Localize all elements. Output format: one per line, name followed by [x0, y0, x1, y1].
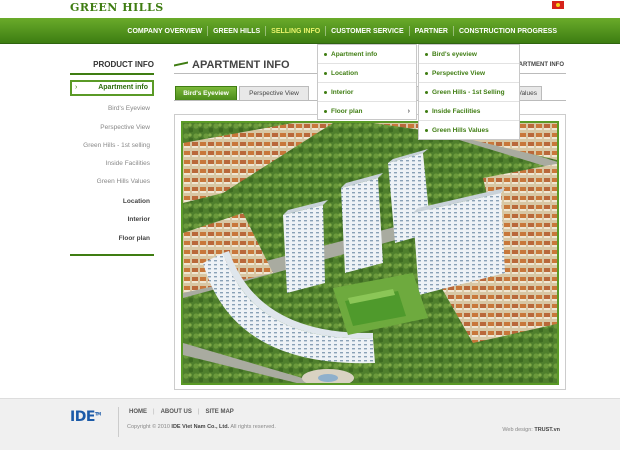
- nav-green-hills[interactable]: GREEN HILLS: [208, 28, 265, 35]
- submenu-item-1st-selling[interactable]: Green Hills - 1st Selling: [419, 83, 519, 102]
- dropdown-item-floor-plan[interactable]: Floor plan ›: [318, 102, 416, 121]
- footer-divider: [118, 407, 119, 437]
- bullet-icon: [425, 109, 428, 113]
- bullet-icon: [425, 128, 428, 132]
- sidebar-item-perspective-view[interactable]: Perspective View: [70, 124, 150, 131]
- header: GREEN HILLS: [0, 0, 620, 18]
- birds-eye-view-image: [181, 121, 559, 385]
- link-separator: |: [197, 409, 200, 415]
- sidebar-item-interior[interactable]: Interior: [70, 216, 150, 223]
- sidebar-item-floor-plan[interactable]: Floor plan: [70, 235, 150, 242]
- nav-company-overview[interactable]: COMPANY OVERVIEW: [122, 28, 207, 35]
- sidebar-item-green-hills-values[interactable]: Green Hills Values: [70, 178, 150, 185]
- chevron-right-icon: ›: [75, 84, 78, 91]
- sidebar-bottom-divider: [70, 254, 154, 256]
- link-separator: |: [153, 409, 155, 415]
- sidebar-item-label: Apartment info: [98, 84, 148, 91]
- sidebar-item-birds-eyeview[interactable]: Bird's Eyeview: [70, 105, 150, 112]
- submenu-item-green-hills-values[interactable]: Green Hills Values: [419, 121, 519, 140]
- nav-customer-service[interactable]: CUSTOMER SERVICE: [326, 28, 408, 35]
- bullet-icon: [324, 90, 327, 94]
- bullet-icon: [324, 52, 327, 56]
- footer: IDETM HOME | ABOUT US | SITE MAP Copyrig…: [0, 398, 620, 450]
- tab-birds-eyeview[interactable]: Bird's Eyeview: [175, 86, 237, 100]
- vietnam-flag-icon[interactable]: [552, 1, 564, 9]
- web-design-credit: Web design: TRUST.vn: [502, 427, 560, 433]
- sidebar-title: PRODUCT INFO: [93, 60, 154, 69]
- dropdown-item-location[interactable]: Location: [318, 64, 416, 83]
- footer-link-home[interactable]: HOME: [129, 409, 147, 415]
- footer-link-site-map[interactable]: SITE MAP: [205, 409, 233, 415]
- sidebar-title-divider: [70, 73, 154, 75]
- site-logo[interactable]: GREEN HILLS: [70, 1, 164, 14]
- ide-logo[interactable]: IDETM: [70, 409, 101, 425]
- image-frame: [174, 114, 566, 390]
- page-title: APARTMENT INFO: [192, 59, 290, 71]
- tab-perspective-view[interactable]: Perspective View: [239, 86, 309, 100]
- bullet-icon: [324, 71, 327, 75]
- bullet-icon: [425, 90, 428, 94]
- sidebar-item-apartment-info[interactable]: › Apartment info: [70, 80, 154, 96]
- chevron-right-icon: ›: [407, 108, 410, 115]
- main-nav: COMPANY OVERVIEW GREEN HILLS SELLING INF…: [0, 18, 620, 44]
- footer-links: HOME | ABOUT US | SITE MAP: [129, 409, 234, 415]
- bullet-icon: [425, 71, 428, 75]
- selling-info-dropdown: Apartment info Location Interior Floor p…: [317, 44, 417, 120]
- nav-construction-progress[interactable]: CONSTRUCTION PROGRESS: [454, 28, 562, 35]
- sidebar-item-inside-facilities[interactable]: Inside Facilities: [70, 160, 150, 167]
- nav-selling-info[interactable]: SELLING INFO: [266, 28, 325, 35]
- submenu-item-birds-eyeview[interactable]: Bird's eyeview: [419, 45, 519, 64]
- copyright-text: Copyright © 2010 IDE Viet Nam Co., Ltd. …: [127, 424, 276, 430]
- submenu-item-perspective-view[interactable]: Perspective View: [419, 64, 519, 83]
- dropdown-item-interior[interactable]: Interior: [318, 83, 416, 102]
- apartment-info-submenu: Bird's eyeview Perspective View Green Hi…: [418, 44, 520, 140]
- sidebar-item-location[interactable]: Location: [70, 198, 150, 205]
- dropdown-item-apartment-info[interactable]: Apartment info: [318, 45, 416, 64]
- footer-link-about-us[interactable]: ABOUT US: [161, 409, 192, 415]
- sidebar-item-1st-selling[interactable]: Green Hills - 1st selling: [70, 142, 150, 149]
- title-accent-mark: [174, 61, 188, 67]
- bullet-icon: [324, 109, 327, 113]
- bullet-icon: [425, 52, 428, 56]
- nav-partner[interactable]: PARTNER: [410, 28, 453, 35]
- submenu-item-inside-facilities[interactable]: Inside Facilities: [419, 102, 519, 121]
